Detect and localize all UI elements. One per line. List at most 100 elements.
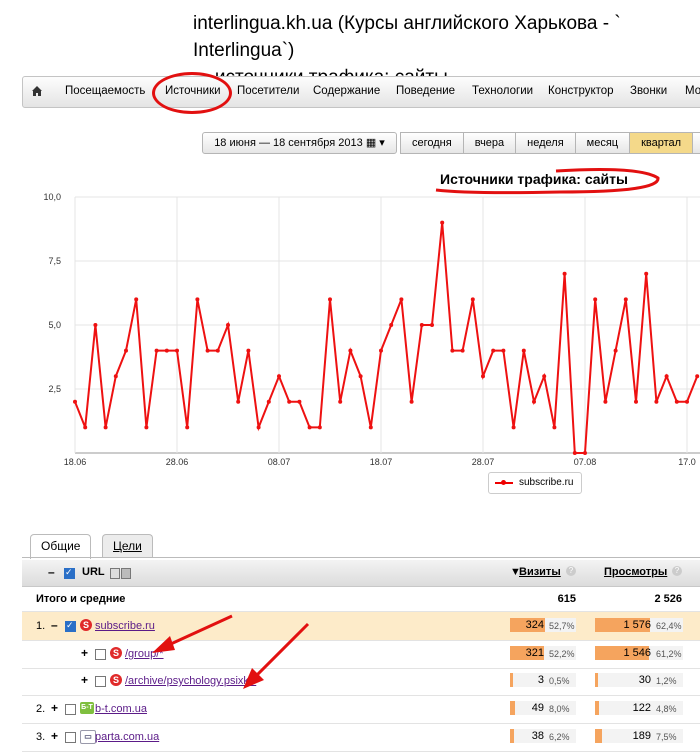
collapse-all-toggle[interactable]: – <box>48 565 55 579</box>
period-month[interactable]: месяц <box>574 132 631 154</box>
chart-legend[interactable]: subscribe.ru <box>488 472 582 494</box>
row-checkbox[interactable] <box>95 649 106 660</box>
data-point <box>215 348 220 353</box>
row-site-link[interactable]: b-t.com.ua <box>95 703 147 715</box>
data-point <box>266 399 271 404</box>
x-tick-label: 28.07 <box>472 457 495 465</box>
data-point <box>317 425 322 430</box>
data-point <box>603 399 608 404</box>
data-point <box>236 399 241 404</box>
period-year[interactable] <box>692 132 700 154</box>
row-expand-toggle[interactable]: + <box>81 673 88 687</box>
row-expand-toggle[interactable]: + <box>51 701 58 715</box>
row-checkbox[interactable] <box>95 676 106 687</box>
menu-item-calls[interactable]: Звонки <box>630 85 667 97</box>
period-week[interactable]: неделя <box>515 132 576 154</box>
series-line <box>74 222 699 454</box>
x-tick-label: 17.0 <box>678 457 696 465</box>
data-point <box>154 348 159 353</box>
menu-item-traffic[interactable]: Посещаемость <box>65 85 145 97</box>
data-point <box>226 323 230 327</box>
row-expand-toggle[interactable]: + <box>81 646 88 660</box>
y-axis-ticks: 10,0 7,5 5,0 2,5 <box>43 192 61 394</box>
data-point <box>399 297 404 302</box>
data-point <box>297 399 302 404</box>
data-point <box>511 425 516 430</box>
data-point <box>430 323 434 327</box>
data-point <box>256 425 261 430</box>
row-visits: 38 <box>531 730 544 742</box>
select-all-checkbox[interactable] <box>64 567 75 579</box>
row-checkbox[interactable] <box>65 732 76 743</box>
x-axis-ticks: 18.06 28.06 08.07 18.07 28.07 07.08 17.0 <box>64 457 696 465</box>
data-point <box>623 297 628 302</box>
column-views[interactable]: Просмотры <box>604 566 667 578</box>
row-site-link[interactable]: /group/* <box>125 648 164 660</box>
row-checkbox[interactable] <box>65 704 76 715</box>
row-visits: 324 <box>525 619 544 631</box>
help-icon[interactable]: ? <box>672 566 682 576</box>
date-range-picker[interactable]: 18 июня — 18 сентября 2013 ▦ ▾ <box>202 132 397 154</box>
data-point <box>542 374 547 379</box>
data-point <box>103 425 108 430</box>
data-point <box>695 374 700 379</box>
line-chart: 10,0 7,5 5,0 2,5 18.06 28.06 08.07 18.07 28.07 0… <box>43 192 700 465</box>
data-point <box>583 451 587 455</box>
row-visits-pct: 8,0% <box>549 704 570 714</box>
period-yesterday[interactable]: вчера <box>462 132 517 154</box>
period-quarter[interactable]: квартал <box>629 132 694 154</box>
row-visits-pct: 52,7% <box>549 621 575 631</box>
row-checkbox[interactable] <box>65 620 76 632</box>
table-header: – URL ▼ Визиты ? Просмотры ? <box>22 560 700 587</box>
view-mode-icon[interactable] <box>110 568 120 579</box>
data-point <box>164 348 169 353</box>
row-views-pct: 4,8% <box>656 704 677 714</box>
data-point <box>654 399 659 404</box>
table-row[interactable]: + S /group/* 321 52,2% 1 546 61,2% <box>22 640 700 669</box>
x-tick-label: 07.08 <box>574 457 597 465</box>
row-views-pct: 62,4% <box>656 621 682 631</box>
menu-item-more[interactable]: Мо <box>685 85 700 97</box>
data-point <box>185 425 190 430</box>
totals-row: Итого и средние 615 2 526 <box>22 587 700 612</box>
legend-label: subscribe.ru <box>519 477 574 488</box>
period-selector: сегодня вчера неделя месяц квартал <box>400 132 700 154</box>
menu-item-constructor[interactable]: Конструктор <box>548 85 614 97</box>
tab-goals[interactable]: Цели <box>102 534 153 557</box>
row-site-link[interactable]: parta.com.ua <box>95 731 159 743</box>
period-today[interactable]: сегодня <box>400 132 464 154</box>
table-row[interactable]: 3. + ▭ parta.com.ua 38 6,2% 189 7,5% <box>22 723 700 752</box>
menu-item-content[interactable]: Содержание <box>313 85 380 97</box>
row-expand-toggle[interactable]: – <box>51 618 58 632</box>
site-favicon-icon: Б-Т <box>80 702 94 714</box>
row-visits-pct: 0,5% <box>549 676 570 686</box>
table-row[interactable]: 2. + Б-Т b-t.com.ua 49 8,0% 122 4,8% <box>22 695 700 724</box>
data-point <box>532 399 536 404</box>
column-url: URL <box>82 566 105 578</box>
page-title-line1: interlingua.kh.ua (Курсы английского Хар… <box>193 13 621 61</box>
table-row[interactable]: 1. – S subscribe.ru 324 52,7% 1 576 62,4… <box>22 612 700 641</box>
row-views: 1 576 <box>623 619 651 631</box>
table-row[interactable]: + S /archive/psychology.psixk/* 3 0,5% 3… <box>22 667 700 696</box>
view-mode-list-icon[interactable] <box>121 568 131 579</box>
row-site-link[interactable]: subscribe.ru <box>95 620 155 632</box>
data-point <box>440 220 445 225</box>
row-expand-toggle[interactable]: + <box>51 729 58 743</box>
x-tick-label: 28.06 <box>166 457 189 465</box>
legend-marker <box>501 480 506 485</box>
column-visits[interactable]: Визиты <box>519 566 561 578</box>
row-site-link[interactable]: /archive/psychology.psixk/* <box>125 675 256 687</box>
x-tick-label: 18.07 <box>370 457 393 465</box>
data-point <box>338 399 343 404</box>
menu-item-technologies[interactable]: Технологии <box>472 85 533 97</box>
data-point <box>685 399 689 404</box>
menu-item-behavior[interactable]: Поведение <box>396 85 455 97</box>
menu-item-visitors[interactable]: Посетители <box>237 85 299 97</box>
data-point <box>246 348 251 353</box>
home-icon[interactable] <box>31 85 43 97</box>
data-point <box>205 348 210 353</box>
x-tick-label: 08.07 <box>268 457 291 465</box>
tab-general[interactable]: Общие <box>30 534 92 559</box>
help-icon[interactable]: ? <box>566 566 576 576</box>
data-point <box>307 425 312 430</box>
